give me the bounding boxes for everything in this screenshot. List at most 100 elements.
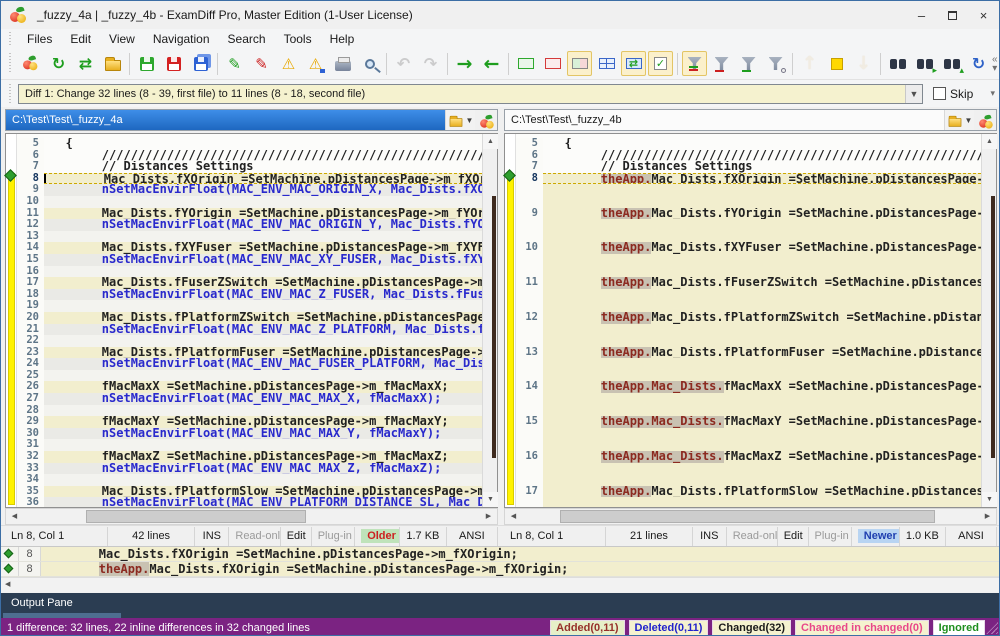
filter-all-button[interactable]	[682, 51, 707, 76]
code-text[interactable]	[543, 393, 981, 405]
code-text[interactable]: Mac_Dists.fPlatformZSwitch =SetMachine.p…	[44, 311, 482, 324]
code-text[interactable]: // Distances Settings	[543, 161, 981, 173]
code-text[interactable]: fMacMaxY =SetMachine.pDistancesPage->m_f…	[44, 416, 482, 428]
toolbar-grip[interactable]	[7, 52, 13, 75]
code-text[interactable]: ////////////////////////////////////////…	[543, 149, 981, 162]
code-text[interactable]	[543, 300, 981, 312]
menu-item-files[interactable]: Files	[18, 30, 61, 48]
scroll-right-icon[interactable]: ▶	[481, 510, 496, 523]
code-text[interactable]: theApp.Mac_Dists.fXOrigin =SetMachine.pD…	[543, 172, 981, 185]
code-text[interactable]	[44, 230, 482, 243]
compare-files-button[interactable]	[19, 51, 44, 76]
code-text[interactable]: theApp.Mac_Dists.fMacMaxX =SetMachine.pD…	[543, 381, 981, 394]
code-text[interactable]	[44, 474, 482, 486]
synchronize-scrolling-button[interactable]: ⇄	[621, 51, 646, 76]
code-text[interactable]: nSetMacEnvirFloat(MAC_ENV_MAC_ORIGIN_Y, …	[44, 219, 482, 231]
right-vscroll-thumb[interactable]	[991, 196, 995, 458]
menu-item-tools[interactable]: Tools	[275, 30, 321, 48]
code-text[interactable]: theApp.Mac_Dists.fYOrigin =SetMachine.pD…	[543, 207, 981, 220]
code-text[interactable]	[543, 323, 981, 336]
badge-cic[interactable]: Changed in changed(0)	[795, 619, 929, 635]
filter-deleted-button[interactable]	[709, 51, 734, 76]
code-text[interactable]: Mac_Dists.fPlatformFuser =SetMachine.pDi…	[44, 346, 482, 359]
code-text[interactable]: theApp.Mac_Dists.fXYFuser =SetMachine.pD…	[543, 242, 981, 254]
filter-added-button[interactable]	[736, 51, 761, 76]
code-text[interactable]: nSetMacEnvirFloat(MAC_ENV_MAC_MAX_Z, fMa…	[44, 462, 482, 475]
scroll-right-icon[interactable]: ▶	[980, 510, 995, 523]
right-vertical-scrollbar[interactable]: ▲ ▼	[981, 134, 997, 507]
edit-second-file-button[interactable]: ✎	[249, 51, 274, 76]
output-pane-tab[interactable]: Output Pane	[1, 593, 73, 609]
find-next-button[interactable]: ▸	[912, 51, 937, 76]
code-text[interactable]	[44, 369, 482, 382]
save-second-file-button[interactable]	[161, 51, 186, 76]
copy-block-right-button[interactable]: →	[452, 51, 477, 76]
code-text[interactable]: fMacMaxZ =SetMachine.pDistancesPage->m_f…	[44, 451, 482, 463]
code-text[interactable]: nSetMacEnvirFloat(MAC_ENV_MAC_MAX_X, fMa…	[44, 393, 482, 405]
resize-grip[interactable]	[986, 622, 998, 634]
code-text[interactable]	[543, 184, 981, 196]
menu-item-edit[interactable]: Edit	[61, 30, 100, 48]
toolbar-grip[interactable]	[7, 31, 13, 46]
code-text[interactable]	[543, 462, 981, 475]
left-vscroll-thumb[interactable]	[492, 196, 496, 458]
code-text[interactable]	[543, 335, 981, 347]
code-text[interactable]: nSetMacEnvirFloat(MAC_ENV_MAC_ORIGIN_X, …	[44, 184, 482, 196]
right-open-file-button[interactable]: ▼	[944, 110, 974, 130]
badge-changed[interactable]: Changed(32)	[712, 619, 792, 635]
save-report-second-button[interactable]: ⚠	[303, 51, 328, 76]
right-horizontal-scrollbar[interactable]: ◀ ▶	[504, 508, 997, 525]
code-text[interactable]	[543, 288, 981, 301]
diff-combo[interactable]: Diff 1: Change 32 lines (8 - 39, first f…	[18, 83, 923, 104]
save-both-files-button[interactable]	[188, 51, 213, 76]
maximize-button[interactable]	[937, 1, 968, 29]
left-hscroll-thumb[interactable]	[86, 510, 306, 523]
copy-block-left-button[interactable]: ←	[479, 51, 504, 76]
right-compare-button[interactable]	[974, 110, 996, 130]
toolbar-overflow-icon[interactable]: «▾	[992, 54, 998, 73]
current-difference-button[interactable]	[824, 51, 849, 76]
code-text[interactable]: theApp.Mac_Dists.fFuserZSwitch =SetMachi…	[543, 277, 981, 289]
code-text[interactable]: nSetMacEnvirFloat(MAC_ENV_MAC_FUSER_PLAT…	[44, 358, 482, 370]
code-text[interactable]: theApp.Mac_Dists.fMacMaxY =SetMachine.pD…	[543, 416, 981, 428]
code-text[interactable]	[543, 219, 981, 231]
code-text[interactable]: {	[543, 138, 981, 150]
filter-options-button[interactable]	[763, 51, 788, 76]
code-text[interactable]: theApp.Mac_Dists.fPlatformSlow =SetMachi…	[543, 485, 981, 498]
left-horizontal-scrollbar[interactable]: ◀ ▶	[5, 508, 498, 525]
save-report-first-button[interactable]: ⚠	[276, 51, 301, 76]
scroll-down-icon[interactable]: ▼	[982, 492, 997, 507]
code-text[interactable]: nSetMacEnvirFloat(MAC_ENV_MAC_XY_FUSER, …	[44, 253, 482, 266]
show-all-button[interactable]	[594, 51, 619, 76]
chevron-down-icon[interactable]: ▼	[905, 84, 922, 103]
code-text[interactable]	[543, 369, 981, 382]
swap-panes-button[interactable]: ⇄	[73, 51, 98, 76]
skip-checkbox[interactable]	[933, 87, 946, 100]
code-text[interactable]	[543, 497, 981, 507]
left-vertical-scrollbar[interactable]: ▲ ▼	[482, 134, 498, 507]
find-previous-button[interactable]: ▴	[939, 51, 964, 76]
code-text[interactable]: Mac_Dists.fFuserZSwitch =SetMachine.pDis…	[44, 277, 482, 289]
code-text[interactable]: Mac_Dists.fXOrigin =SetMachine.pDistance…	[44, 172, 482, 185]
inspector-scrollbar[interactable]: ◀	[1, 577, 999, 592]
code-text[interactable]	[44, 439, 482, 452]
code-text[interactable]: nSetMacEnvirFloat(MAC_ENV_PLATFORM_DISTA…	[44, 497, 482, 507]
code-text[interactable]: {	[44, 138, 482, 150]
left-compare-button[interactable]	[475, 110, 497, 130]
code-text[interactable]: Mac_Dists.fYOrigin =SetMachine.pDistance…	[44, 207, 482, 220]
code-text[interactable]: ////////////////////////////////////////…	[44, 149, 482, 162]
code-text[interactable]	[543, 439, 981, 452]
code-text[interactable]	[543, 427, 981, 440]
open-session-button[interactable]	[100, 51, 125, 76]
toolbar-grip[interactable]	[7, 84, 13, 103]
code-text[interactable]	[44, 195, 482, 208]
badge-added[interactable]: Added(0,11)	[550, 619, 625, 635]
code-text[interactable]	[44, 335, 482, 347]
code-text[interactable]: nSetMacEnvirFloat(MAC_ENV_MAC_MAX_Y, fMa…	[44, 427, 482, 440]
right-hscroll-thumb[interactable]	[560, 510, 935, 523]
scroll-left-icon[interactable]: ◀	[506, 510, 521, 523]
zoom-view-button[interactable]	[357, 51, 382, 76]
scroll-up-icon[interactable]: ▲	[483, 134, 498, 149]
refresh-comparison-button[interactable]: ↻	[966, 51, 991, 76]
code-text[interactable]: // Distances Settings	[44, 161, 482, 173]
